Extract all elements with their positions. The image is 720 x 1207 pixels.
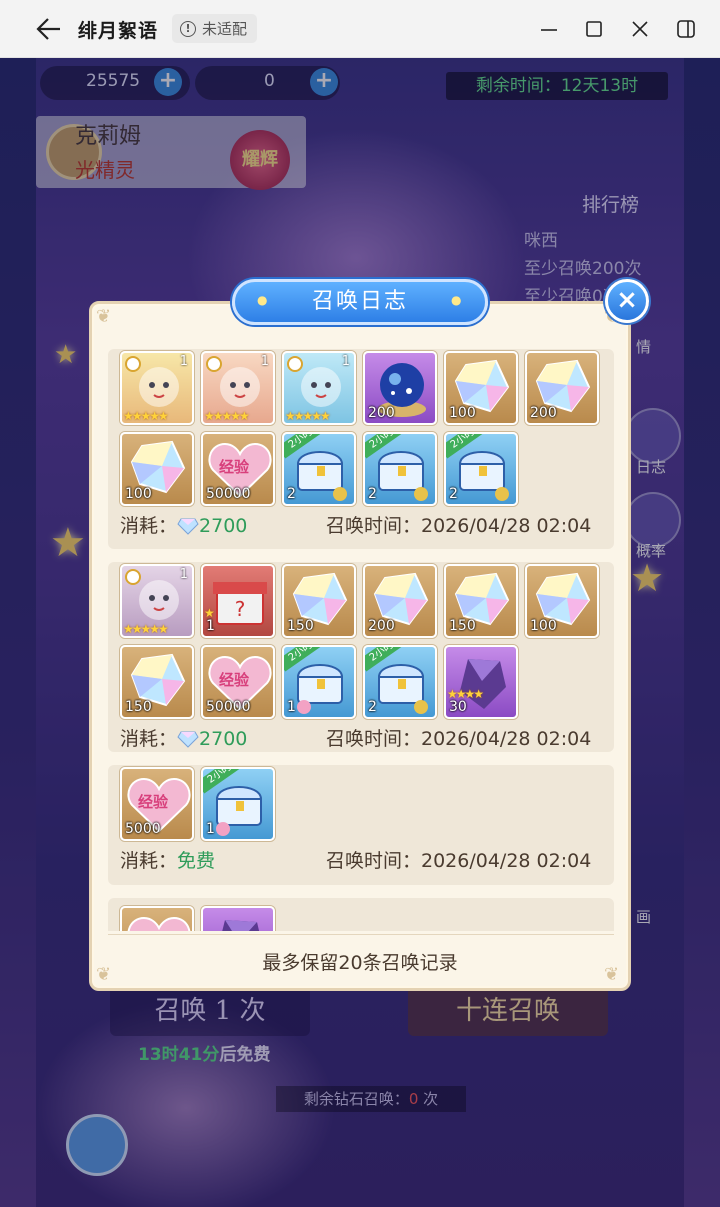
back-arrow-icon[interactable] [34, 16, 62, 42]
star-rating-icon: ★★★★★ [123, 409, 169, 423]
item-quantity: 200 [368, 618, 395, 634]
close-window-icon[interactable] [627, 16, 653, 42]
item-text: 经验 [138, 793, 169, 811]
reward-item-crystal[interactable]: 100 [444, 351, 518, 425]
diamond-icon [177, 517, 199, 535]
cost-value: 免费 [177, 850, 216, 872]
reward-item-char1[interactable]: 1 ★★★★★ [120, 351, 194, 425]
reward-item-mystery[interactable]: ? ★ 1 [201, 564, 275, 638]
reward-item-crystal[interactable]: 100 [525, 564, 599, 638]
info-icon: ! [180, 20, 196, 37]
record-time: 召唤时间：2026/04/28 02:04 [326, 850, 592, 872]
diamond-icon [177, 730, 199, 748]
item-quantity: 2 [368, 699, 377, 715]
item-quantity: 100 [125, 486, 152, 502]
item-text: 经验 [219, 671, 250, 689]
reward-item-crystal[interactable]: 200 [525, 351, 599, 425]
window-titlebar: 绯月絮语 ! 未适配 [0, 0, 720, 58]
reward-item-crystal[interactable]: 150 [444, 564, 518, 638]
item-quantity: 2 [368, 486, 377, 502]
reward-item-chest-gold[interactable]: 2小时 2 [363, 645, 437, 719]
item-quantity: 2 [449, 486, 458, 502]
reward-item-exp[interactable]: 经验 50000 [201, 645, 275, 719]
close-dialog-button[interactable]: × [605, 279, 649, 323]
reward-item-exp[interactable]: 经验 50000 [201, 432, 275, 506]
reward-item-crystal[interactable]: 100 [120, 432, 194, 506]
reward-item-char2[interactable]: 1 ★★★★★ [201, 351, 275, 425]
summon-record: 1 ★★★★★ ? ★ 1 150 200 150 100 150 经验 50000 2小时 1 2小时 2 ★… [108, 562, 614, 752]
item-level: 1 [179, 567, 188, 582]
reward-item-crystal[interactable]: 150 [282, 564, 356, 638]
footer-divider [108, 934, 614, 935]
cost-label: 消耗： [120, 728, 178, 750]
element-icon [125, 569, 141, 585]
minimize-icon[interactable] [536, 16, 562, 42]
item-quantity: 100 [530, 618, 557, 634]
summon-log-list[interactable]: 1 ★★★★★ 1 ★★★★★ 1 ★★★★★ 200 100 200 100 经验 50000 2小时… [108, 336, 614, 931]
item-text: 经验 [219, 458, 250, 476]
reward-item-chest-pink[interactable]: 2小时 1 [282, 645, 356, 719]
summon-record: 1 ★★★★★ 1 ★★★★★ 1 ★★★★★ 200 100 200 100 经验 50000 2小时… [108, 349, 614, 549]
element-icon [125, 356, 141, 372]
element-icon [287, 356, 303, 372]
reward-item-exp[interactable]: 经验 5000 [120, 767, 194, 841]
item-quantity: 150 [287, 618, 314, 634]
cost-value: 2700 [199, 728, 248, 750]
item-quantity: 1 [206, 618, 215, 634]
summon-record [108, 898, 614, 931]
cost-value: 2700 [199, 515, 248, 537]
reward-item-chest-gold[interactable]: 2小时 2 [282, 432, 356, 506]
cost-label: 消耗： [120, 515, 178, 537]
item-quantity: 5000 [125, 821, 161, 837]
title-ornament-icon: ● [451, 293, 464, 307]
dialog-title-text: 召唤日志 [311, 289, 408, 314]
reward-item-crystal[interactable]: 200 [363, 564, 437, 638]
item-level: 1 [341, 354, 350, 369]
item-quantity: 200 [368, 405, 395, 421]
window-title: 绯月絮语 [78, 20, 159, 42]
record-cost: 消耗： 2700 [120, 511, 247, 538]
cost-label: 消耗： [120, 850, 178, 872]
item-quantity: 50000 [206, 486, 251, 502]
maximize-icon[interactable] [581, 16, 607, 42]
record-cost: 消耗：免费 [120, 846, 215, 873]
record-time: 召唤时间：2026/04/28 02:04 [326, 728, 592, 750]
item-quantity: 1 [206, 821, 215, 837]
reward-item-chest-gold[interactable]: 2小时 2 [444, 432, 518, 506]
reward-item-crystal[interactable]: 150 [120, 645, 194, 719]
item-quantity: 1 [287, 699, 296, 715]
element-icon [206, 356, 222, 372]
dialog-title: ● 召唤日志 ● [232, 279, 488, 325]
summon-record: 经验 5000 2小时 1 消耗：免费 召唤时间：2026/04/28 02:04 [108, 765, 614, 885]
reward-item-exp[interactable] [120, 906, 194, 931]
title-ornament-icon: ● [257, 293, 270, 307]
record-cost: 消耗： 2700 [120, 724, 247, 751]
reward-item-shard[interactable]: ★★★★ 30 [444, 645, 518, 719]
reward-item-orb[interactable]: 200 [363, 351, 437, 425]
corner-ornament-icon: ❦ [96, 306, 112, 327]
reward-item-char4[interactable]: 1 ★★★★★ [120, 564, 194, 638]
star-rating-icon: ★★★★★ [204, 409, 250, 423]
item-level: 1 [260, 354, 269, 369]
svg-text:?: ? [235, 597, 246, 621]
item-quantity: 30 [449, 699, 467, 715]
log-footer-note: 最多保留20条召唤记录 [262, 952, 458, 974]
star-rating-icon: ★★★★★ [123, 622, 169, 636]
reward-item-shard[interactable] [201, 906, 275, 931]
item-quantity: 150 [449, 618, 476, 634]
reward-item-chest-pink[interactable]: 2小时 1 [201, 767, 275, 841]
item-level: 1 [179, 354, 188, 369]
star-rating-icon: ★★★★★ [285, 409, 331, 423]
item-quantity: 100 [449, 405, 476, 421]
item-quantity: 150 [125, 699, 152, 715]
reward-item-char3[interactable]: 1 ★★★★★ [282, 351, 356, 425]
compat-badge[interactable]: ! 未适配 [172, 14, 258, 43]
side-panel-icon[interactable] [673, 16, 699, 42]
item-quantity: 2 [287, 486, 296, 502]
compat-badge-label: 未适配 [202, 20, 248, 38]
reward-item-chest-gold[interactable]: 2小时 2 [363, 432, 437, 506]
item-quantity: 50000 [206, 699, 251, 715]
item-quantity: 200 [530, 405, 557, 421]
record-time: 召唤时间：2026/04/28 02:04 [326, 515, 592, 537]
